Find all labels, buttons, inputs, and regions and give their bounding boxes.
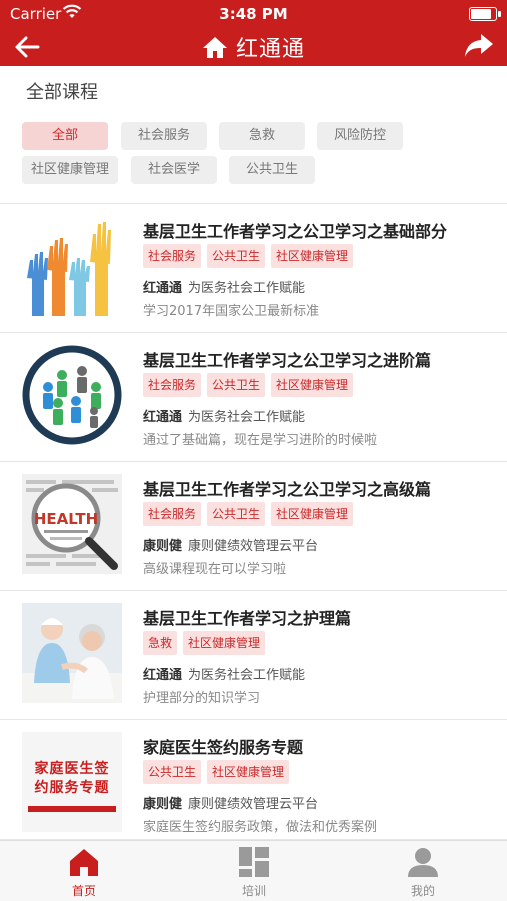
course-provider: 康则健 康则健绩效管理云平台 [143, 793, 318, 812]
filter-chip-first-aid[interactable]: 急救 [219, 122, 305, 150]
course-tags: 社会服务 公共卫生 社区健康管理 [143, 244, 359, 268]
filter-chip-public-health[interactable]: 公共卫生 [229, 156, 315, 184]
battery-icon [469, 7, 501, 21]
course-tags: 社会服务 公共卫生 社区健康管理 [143, 373, 359, 397]
course-provider: 红通通 为医务社会工作赋能 [143, 664, 305, 683]
course-description: 高级课程现在可以学习啦 [143, 562, 287, 577]
provider-desc: 康则健绩效管理云平台 [188, 539, 319, 554]
nav-title-group: 红通通 [0, 31, 507, 63]
course-thumbnail-book-cover: 家庭医生签约服务专题 [22, 732, 122, 832]
book-cover-title: 家庭医生签约服务专题 [34, 761, 110, 796]
course-description: 学习2017年国家公卫最新标准 [143, 304, 320, 319]
course-tag: 社区健康管理 [183, 631, 266, 655]
course-provider: 康则健 康则健绩效管理云平台 [143, 535, 318, 554]
provider-name: 康则健 [143, 539, 183, 554]
course-tag: 社会服务 [143, 244, 202, 268]
filter-chip-social-medicine[interactable]: 社会医学 [131, 156, 217, 184]
course-title: 基层卫生工作者学习之公卫学习之进阶篇 [143, 351, 432, 370]
course-provider: 红通通 为医务社会工作赋能 [143, 277, 305, 296]
course-item[interactable]: HEALTH 基层卫生工作者学习之公卫学习之高级篇 社会服务 公共卫生 社区健康管理… [0, 462, 507, 591]
course-tag: 公共卫生 [143, 760, 202, 784]
course-tag: 社区健康管理 [207, 760, 290, 784]
tab-training[interactable]: 培训 [204, 841, 304, 901]
course-title: 基层卫生工作者学习之公卫学习之高级篇 [143, 480, 432, 499]
page-title: 红通通 [235, 37, 305, 62]
provider-name: 红通通 [143, 668, 183, 683]
course-description: 护理部分的知识学习 [143, 691, 261, 706]
status-bar: Carrier 3:48 PM [0, 0, 507, 28]
course-title: 基层卫生工作者学习之公卫学习之基础部分 [143, 222, 448, 241]
provider-desc: 为医务社会工作赋能 [188, 668, 306, 683]
course-thumbnail-nurse [22, 603, 122, 703]
health-thumb-text: HEALTH [34, 510, 98, 528]
filter-chip-risk-control[interactable]: 风险防控 [317, 122, 403, 150]
course-thumbnail-people-circle [22, 345, 122, 445]
course-tag: 社区健康管理 [271, 502, 354, 526]
tab-profile[interactable]: 我的 [373, 841, 473, 901]
provider-name: 红通通 [143, 410, 183, 425]
home-tab-icon [68, 846, 100, 878]
tab-home[interactable]: 首页 [34, 841, 134, 901]
provider-name: 康则健 [143, 797, 183, 812]
share-icon[interactable] [463, 31, 495, 61]
tab-label: 首页 [71, 884, 96, 898]
status-time: 3:48 PM [219, 5, 288, 23]
nav-bar: 红通通 [0, 28, 507, 66]
course-tag: 社会服务 [143, 373, 202, 397]
course-tags: 社会服务 公共卫生 社区健康管理 [143, 502, 359, 526]
course-tag: 公共卫生 [207, 502, 266, 526]
filter-chip-community-health[interactable]: 社区健康管理 [22, 156, 118, 184]
filter-chip-social-service[interactable]: 社会服务 [121, 122, 207, 150]
course-title: 基层卫生工作者学习之护理篇 [143, 609, 352, 628]
course-tags: 公共卫生 社区健康管理 [143, 760, 295, 784]
course-tag: 社区健康管理 [271, 244, 354, 268]
course-provider: 红通通 为医务社会工作赋能 [143, 406, 305, 425]
course-tag: 社区健康管理 [271, 373, 354, 397]
filter-chip-all[interactable]: 全部 [22, 122, 108, 150]
tab-label: 培训 [241, 884, 266, 898]
book-cover-stripe [28, 806, 116, 812]
home-icon [202, 34, 228, 60]
provider-name: 红通通 [143, 281, 183, 296]
course-item[interactable]: 基层卫生工作者学习之公卫学习之进阶篇 社会服务 公共卫生 社区健康管理 红通通 为医务… [0, 333, 507, 462]
tab-bar: 首页 培训 我的 [0, 840, 507, 901]
course-tag: 急救 [143, 631, 178, 655]
course-tags: 急救 社区健康管理 [143, 631, 271, 655]
section-title: 全部课程 [26, 82, 98, 103]
course-item[interactable]: 基层卫生工作者学习之护理篇 急救 社区健康管理 红通通 为医务社会工作赋能 护理部分… [0, 591, 507, 720]
course-item[interactable]: 家庭医生签约服务专题 家庭医生签约服务专题 公共卫生 社区健康管理 康则健 康则健绩… [0, 720, 507, 840]
provider-desc: 为医务社会工作赋能 [188, 281, 306, 296]
course-thumbnail-hands [22, 216, 122, 316]
course-title: 家庭医生签约服务专题 [143, 738, 304, 757]
provider-desc: 康则健绩效管理云平台 [188, 797, 319, 812]
course-tag: 公共卫生 [207, 373, 266, 397]
provider-desc: 为医务社会工作赋能 [188, 410, 306, 425]
course-description: 家庭医生签约服务政策，做法和优秀案例 [143, 820, 378, 835]
course-item[interactable]: 基层卫生工作者学习之公卫学习之基础部分 社会服务 公共卫生 社区健康管理 红通通 为医… [0, 204, 507, 333]
course-tag: 公共卫生 [207, 244, 266, 268]
course-thumbnail-health-magnifier: HEALTH [22, 474, 122, 574]
profile-tab-icon [407, 846, 439, 878]
grid-tab-icon [238, 846, 270, 878]
course-description: 通过了基础篇，现在是学习进阶的时候啦 [143, 433, 378, 448]
app-header: Carrier 3:48 PM 红通通 [0, 0, 507, 66]
tab-label: 我的 [410, 884, 435, 898]
course-tag: 社会服务 [143, 502, 202, 526]
